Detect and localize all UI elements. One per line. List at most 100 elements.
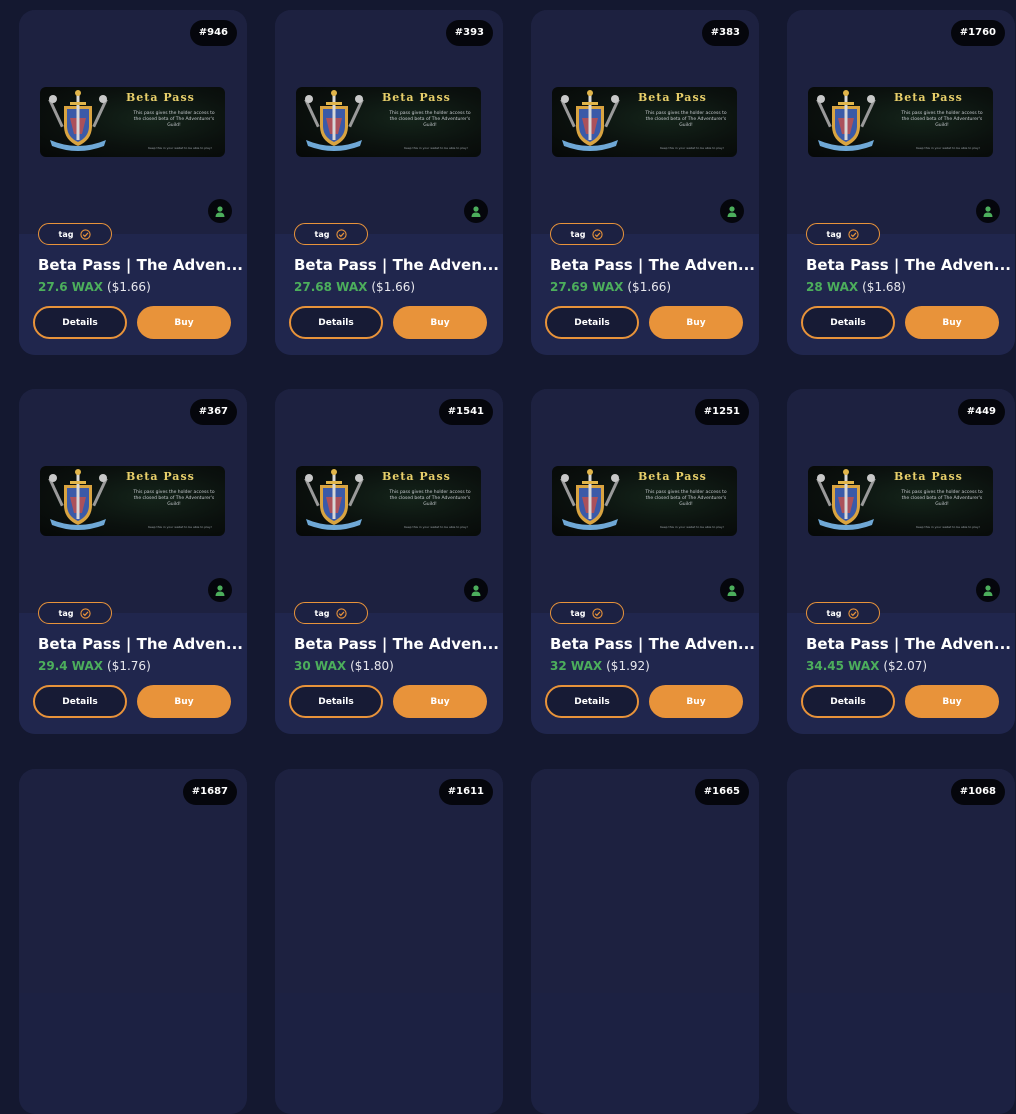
- nft-image-description: This pass gives the holder access to the…: [645, 111, 727, 128]
- nft-card[interactable]: #946 Beta Pass This pass gives the holde…: [19, 10, 247, 355]
- tag-label: tag: [570, 229, 586, 239]
- asset-title: Beta Pass | The Adven...: [550, 256, 755, 274]
- buy-button[interactable]: Buy: [137, 306, 231, 339]
- nft-image-note: Keep this in your wallet to be able to p…: [148, 525, 212, 529]
- nft-image-title: Beta Pass: [126, 91, 195, 104]
- nft-image[interactable]: Beta Pass This pass gives the holder acc…: [552, 466, 737, 536]
- nft-card[interactable]: #1251 Beta Pass This pass gives the hold…: [531, 389, 759, 734]
- nft-card[interactable]: #1760 Beta Pass This pass gives the hold…: [787, 10, 1015, 355]
- nft-card[interactable]: #383 Beta Pass This pass gives the holde…: [531, 10, 759, 355]
- mint-number-badge: #1251: [694, 399, 749, 425]
- owner-button[interactable]: [976, 578, 1000, 602]
- nft-image[interactable]: Beta Pass This pass gives the holder acc…: [40, 466, 225, 536]
- nft-image-note: Keep this in your wallet to be able to p…: [148, 146, 212, 150]
- user-icon: [215, 205, 225, 217]
- buy-button[interactable]: Buy: [649, 306, 743, 339]
- nft-card[interactable]: #1611: [275, 769, 503, 1114]
- mint-number-badge: #1687: [182, 779, 237, 805]
- nft-grid: #946 Beta Pass This pass gives the holde…: [0, 0, 1016, 1114]
- buy-button[interactable]: Buy: [137, 685, 231, 718]
- nft-card[interactable]: #393 Beta Pass This pass gives the holde…: [275, 10, 503, 355]
- nft-card[interactable]: #1687: [19, 769, 247, 1114]
- tag-chip[interactable]: tag: [38, 223, 112, 245]
- owner-button[interactable]: [208, 199, 232, 223]
- tag-chip[interactable]: tag: [806, 223, 880, 245]
- nft-image-title: Beta Pass: [382, 91, 451, 104]
- details-button[interactable]: Details: [33, 685, 127, 718]
- mint-number-badge: #367: [189, 399, 237, 425]
- nft-image[interactable]: Beta Pass This pass gives the holder acc…: [808, 87, 993, 157]
- tag-chip[interactable]: tag: [550, 602, 624, 624]
- nft-image[interactable]: Beta Pass This pass gives the holder acc…: [296, 466, 481, 536]
- tag-chip[interactable]: tag: [294, 223, 368, 245]
- details-button[interactable]: Details: [545, 306, 639, 339]
- tag-chip[interactable]: tag: [38, 602, 112, 624]
- verified-check-icon: [336, 607, 348, 619]
- price-wax: 29.4 WAX: [38, 659, 104, 673]
- price-usd: ($1.76): [107, 659, 151, 673]
- mint-number-badge: #393: [445, 20, 493, 46]
- price-usd: ($1.80): [350, 659, 394, 673]
- guild-emblem-icon: [816, 90, 876, 151]
- price-wax: 27.68 WAX: [294, 280, 368, 294]
- tag-label: tag: [314, 229, 330, 239]
- buy-button[interactable]: Buy: [649, 685, 743, 718]
- owner-button[interactable]: [208, 578, 232, 602]
- owner-button[interactable]: [720, 199, 744, 223]
- asset-title: Beta Pass | The Adven...: [294, 256, 499, 274]
- tag-chip[interactable]: tag: [806, 602, 880, 624]
- nft-image-note: Keep this in your wallet to be able to p…: [660, 146, 724, 150]
- details-button[interactable]: Details: [289, 685, 383, 718]
- buy-button[interactable]: Buy: [393, 306, 487, 339]
- nft-image[interactable]: Beta Pass This pass gives the holder acc…: [808, 466, 993, 536]
- price-wax: 30 WAX: [294, 659, 347, 673]
- nft-card[interactable]: #449 Beta Pass This pass gives the holde…: [787, 389, 1015, 734]
- nft-image[interactable]: Beta Pass This pass gives the holder acc…: [40, 87, 225, 157]
- user-icon: [983, 205, 993, 217]
- details-button[interactable]: Details: [801, 685, 895, 718]
- verified-check-icon: [848, 228, 860, 240]
- owner-button[interactable]: [464, 199, 488, 223]
- details-button[interactable]: Details: [801, 306, 895, 339]
- details-button[interactable]: Details: [33, 306, 127, 339]
- verified-check-icon: [336, 228, 348, 240]
- nft-image-note: Keep this in your wallet to be able to p…: [404, 146, 468, 150]
- price-wax: 28 WAX: [806, 280, 859, 294]
- nft-card[interactable]: #1541 Beta Pass This pass gives the hold…: [275, 389, 503, 734]
- owner-button[interactable]: [464, 578, 488, 602]
- owner-button[interactable]: [976, 199, 1000, 223]
- tag-label: tag: [570, 608, 586, 618]
- guild-emblem-icon: [560, 469, 620, 530]
- mint-number-badge: #1541: [438, 399, 493, 425]
- details-button[interactable]: Details: [289, 306, 383, 339]
- nft-image-note: Keep this in your wallet to be able to p…: [916, 146, 980, 150]
- nft-card[interactable]: #367 Beta Pass This pass gives the holde…: [19, 389, 247, 734]
- nft-image-title: Beta Pass: [894, 470, 963, 483]
- buy-button[interactable]: Buy: [393, 685, 487, 718]
- mint-number-badge: #1760: [950, 20, 1005, 46]
- verified-check-icon: [848, 607, 860, 619]
- price-usd: ($1.68): [862, 280, 906, 294]
- guild-emblem-icon: [304, 90, 364, 151]
- buy-button[interactable]: Buy: [905, 306, 999, 339]
- user-icon: [727, 584, 737, 596]
- price-usd: ($1.66): [371, 280, 416, 294]
- owner-button[interactable]: [720, 578, 744, 602]
- user-icon: [471, 584, 481, 596]
- tag-chip[interactable]: tag: [550, 223, 624, 245]
- nft-card[interactable]: #1068: [787, 769, 1015, 1114]
- nft-image-description: This pass gives the holder access to the…: [389, 490, 471, 507]
- mint-number-badge: #1068: [950, 779, 1005, 805]
- user-icon: [215, 584, 225, 596]
- price-wax: 27.6 WAX: [38, 280, 104, 294]
- guild-emblem-icon: [304, 469, 364, 530]
- tag-chip[interactable]: tag: [294, 602, 368, 624]
- tag-label: tag: [826, 229, 842, 239]
- details-button[interactable]: Details: [545, 685, 639, 718]
- buy-button[interactable]: Buy: [905, 685, 999, 718]
- nft-card[interactable]: #1665: [531, 769, 759, 1114]
- nft-image[interactable]: Beta Pass This pass gives the holder acc…: [552, 87, 737, 157]
- nft-image[interactable]: Beta Pass This pass gives the holder acc…: [296, 87, 481, 157]
- price-usd: ($2.07): [883, 659, 928, 673]
- verified-check-icon: [592, 607, 604, 619]
